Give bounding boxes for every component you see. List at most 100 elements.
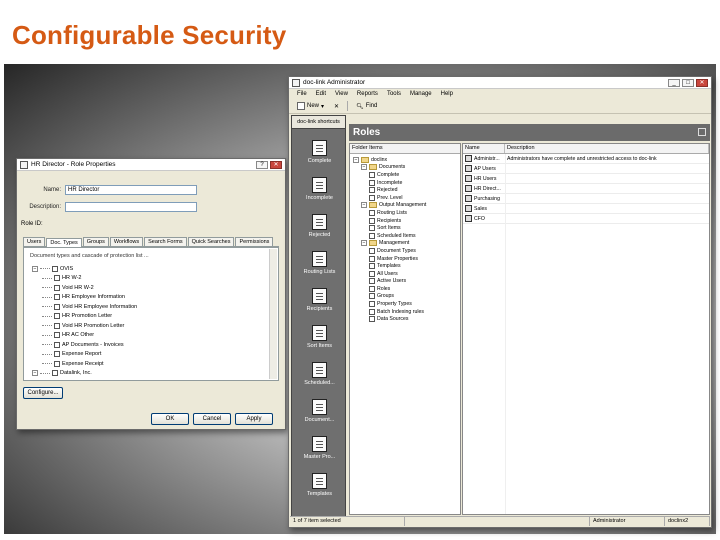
folder-tree-item[interactable]: Batch Indexing rules: [350, 308, 460, 316]
description-field[interactable]: [65, 202, 197, 212]
minimize-button[interactable]: _: [668, 78, 680, 87]
tab-doc-types[interactable]: Doc. Types: [46, 238, 82, 247]
role-row[interactable]: Administr... Administrators have complete…: [463, 154, 709, 164]
ok-button[interactable]: OK: [151, 413, 189, 425]
expand-toggle-icon[interactable]: −: [32, 370, 38, 376]
shortcut-templates[interactable]: Templates: [292, 473, 345, 497]
role-row[interactable]: AP Users: [463, 164, 709, 174]
folder-tree-item[interactable]: − doclinx: [350, 156, 460, 164]
doc-type-node[interactable]: Expense Receipt: [32, 359, 262, 369]
doc-type-node[interactable]: HR W-2: [32, 274, 262, 284]
tab-workflows[interactable]: Workflows: [109, 237, 144, 246]
checkbox[interactable]: [54, 275, 60, 282]
shortcut-complete[interactable]: Complete: [292, 140, 345, 164]
menu-manage[interactable]: Manage: [410, 91, 432, 97]
role-row[interactable]: HR Users: [463, 174, 709, 184]
folder-tree-item[interactable]: Scheduled Items: [350, 232, 460, 240]
checkbox[interactable]: [54, 313, 60, 320]
folder-tree-item[interactable]: Recipients: [350, 217, 460, 225]
folder-tree-item[interactable]: − Output Management: [350, 202, 460, 210]
menu-tools[interactable]: Tools: [387, 91, 401, 97]
doc-type-node[interactable]: Void HR Promotion Letter: [32, 321, 262, 331]
checkbox[interactable]: [54, 303, 60, 310]
shortcut-routing-lists[interactable]: Routing Lists: [292, 251, 345, 275]
configure-button[interactable]: Configure...: [23, 387, 63, 399]
shortcut-master-pro[interactable]: Master Pro...: [292, 436, 345, 460]
folder-tree-item[interactable]: Prev. Level: [350, 194, 460, 202]
doc-type-node[interactable]: Void HR W-2: [32, 283, 262, 293]
role-row[interactable]: HR Direct...: [463, 184, 709, 194]
checkbox[interactable]: [54, 332, 60, 339]
shortcut-sort-items[interactable]: Sort Items: [292, 325, 345, 349]
menu-edit[interactable]: Edit: [316, 91, 326, 97]
doc-type-node[interactable]: HR Promotion Letter: [32, 312, 262, 322]
folder-tree-item[interactable]: All Users: [350, 270, 460, 278]
checkbox[interactable]: [54, 294, 60, 301]
folder-tree-item[interactable]: Data Sources: [350, 315, 460, 323]
checkbox[interactable]: [52, 265, 58, 272]
doc-type-node[interactable]: Void HR Employee Information: [32, 302, 262, 312]
expand-toggle-icon[interactable]: −: [32, 265, 38, 272]
expand-toggle-icon[interactable]: −: [361, 164, 367, 171]
folder-tree-item[interactable]: Master Properties: [350, 255, 460, 263]
column-header-description[interactable]: Description: [505, 144, 709, 153]
shortcut-scheduled[interactable]: Scheduled...: [292, 362, 345, 386]
checkbox[interactable]: [54, 341, 60, 348]
folder-tree-item[interactable]: Active Users: [350, 278, 460, 286]
checkbox[interactable]: [54, 360, 60, 367]
doc-type-node[interactable]: AP Documents - Invoices: [32, 340, 262, 350]
shortcut-document[interactable]: Document...: [292, 399, 345, 423]
checkbox[interactable]: [54, 322, 60, 329]
delete-button[interactable]: ✕: [332, 102, 341, 111]
folder-tree-item[interactable]: − Management: [350, 240, 460, 248]
tab-quick-searches[interactable]: Quick Searches: [187, 237, 235, 246]
expand-toggle-icon[interactable]: −: [353, 156, 359, 163]
tab-permissions[interactable]: Permissions: [235, 237, 274, 246]
doc-type-node[interactable]: − Datalink, Inc.: [32, 369, 262, 376]
doc-types-scrollbar[interactable]: [269, 249, 277, 379]
admin-close-button[interactable]: ✕: [696, 78, 708, 87]
menu-reports[interactable]: Reports: [357, 91, 378, 97]
folder-tree-item[interactable]: Document Types: [350, 247, 460, 255]
role-row[interactable]: Sales: [463, 204, 709, 214]
shortcut-incomplete[interactable]: Incomplete: [292, 177, 345, 201]
cancel-button[interactable]: Cancel: [193, 413, 231, 425]
menu-help[interactable]: Help: [441, 91, 453, 97]
checkbox[interactable]: [54, 351, 60, 358]
folder-tree-item[interactable]: − Documents: [350, 164, 460, 172]
maximize-button[interactable]: □: [682, 78, 694, 87]
shortcut-rejected[interactable]: Rejected: [292, 214, 345, 238]
folder-tree-item[interactable]: Groups: [350, 293, 460, 301]
admin-titlebar[interactable]: doc-link Administrator _ □ ✕: [289, 77, 711, 89]
new-button[interactable]: New ▾: [295, 101, 326, 111]
find-button[interactable]: 🔍︎ Find: [354, 102, 379, 111]
close-button[interactable]: ✕: [270, 160, 282, 169]
folder-tree-item[interactable]: Sort Items: [350, 224, 460, 232]
folder-tree-item[interactable]: Property Types: [350, 300, 460, 308]
shortcut-recipients[interactable]: Recipients: [292, 288, 345, 312]
folder-tree-item[interactable]: Templates: [350, 262, 460, 270]
pin-icon[interactable]: [698, 128, 706, 136]
menu-view[interactable]: View: [335, 91, 348, 97]
checkbox[interactable]: [52, 370, 58, 376]
role-row[interactable]: CFO: [463, 214, 709, 224]
checkbox[interactable]: [54, 284, 60, 291]
doc-type-node[interactable]: Expense Report: [32, 350, 262, 360]
help-button[interactable]: ?: [256, 160, 268, 169]
doc-type-node[interactable]: HR AC Other: [32, 331, 262, 341]
menu-file[interactable]: File: [297, 91, 307, 97]
folder-tree-item[interactable]: Complete: [350, 171, 460, 179]
doc-type-node[interactable]: HR Employee Information: [32, 293, 262, 303]
folder-tree-item[interactable]: Incomplete: [350, 179, 460, 187]
apply-button[interactable]: Apply: [235, 413, 273, 425]
doc-type-node[interactable]: − OVIS: [32, 264, 262, 274]
role-row[interactable]: Purchasing: [463, 194, 709, 204]
dialog-titlebar[interactable]: HR Director - Role Properties ? ✕: [17, 159, 285, 171]
folder-tree-item[interactable]: Routing Lists: [350, 209, 460, 217]
column-header-name[interactable]: Name: [463, 144, 505, 153]
expand-toggle-icon[interactable]: −: [361, 240, 367, 247]
folder-tree-item[interactable]: Roles: [350, 285, 460, 293]
tab-groups[interactable]: Groups: [82, 237, 109, 246]
folder-tree-item[interactable]: Rejected: [350, 186, 460, 194]
tab-users[interactable]: Users: [23, 237, 46, 246]
